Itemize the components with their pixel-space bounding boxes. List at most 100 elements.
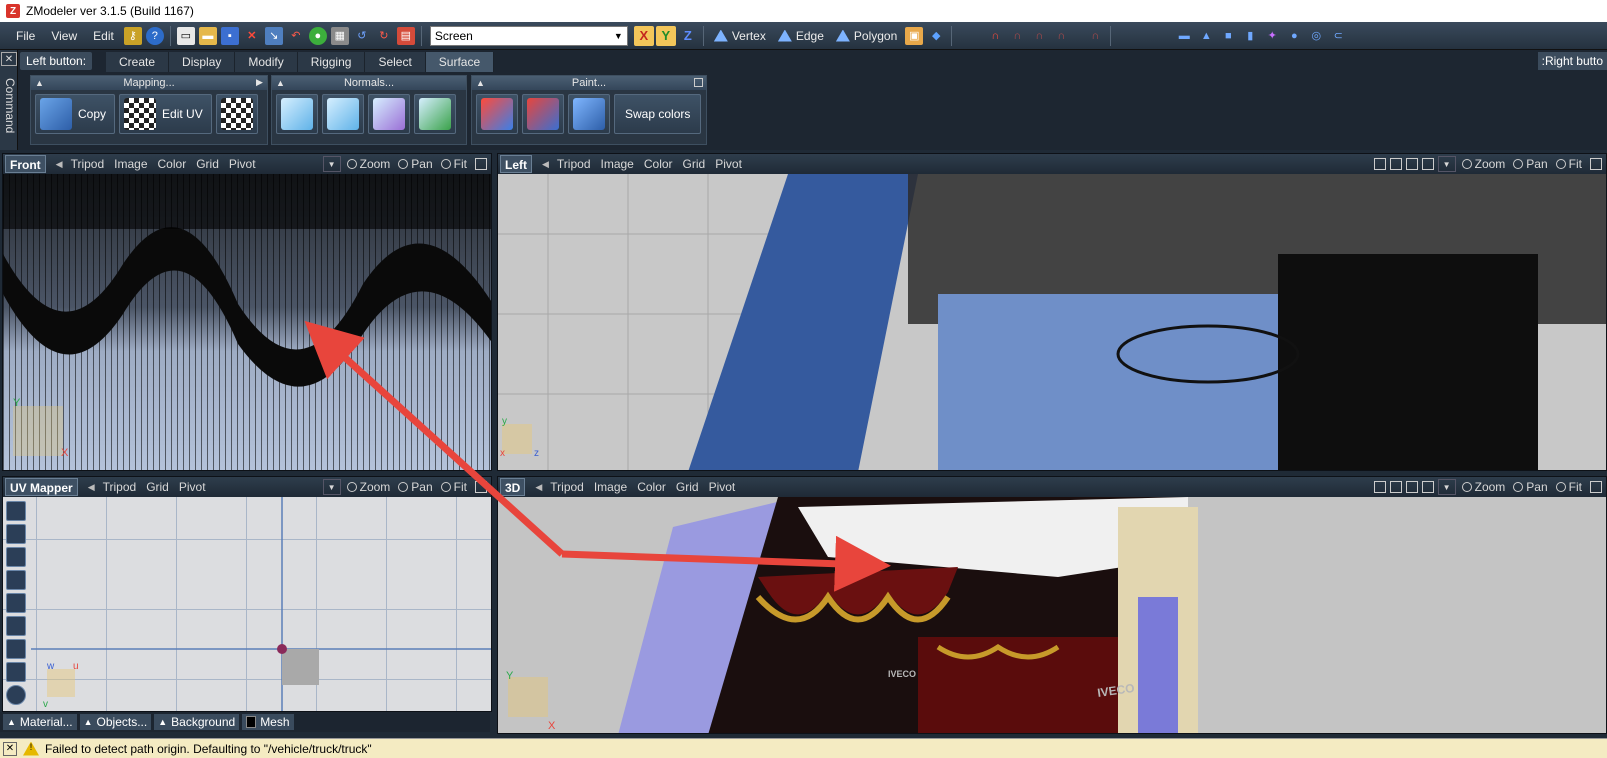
maximize-icon[interactable]: [475, 158, 487, 170]
triangle-left-icon[interactable]: ◀: [535, 482, 542, 493]
front-viewport-canvas[interactable]: Y X: [3, 174, 491, 470]
select-type-icon[interactable]: ◆: [927, 27, 945, 45]
normals-group-header[interactable]: ▲ Normals...: [272, 76, 466, 90]
polygon-mode-button[interactable]: Polygon: [835, 29, 897, 43]
normals-smooth-button[interactable]: [322, 94, 364, 134]
chevron-down-icon[interactable]: ▼: [322, 479, 341, 495]
3d-grid-link[interactable]: Grid: [676, 480, 699, 494]
snap-icon-3[interactable]: ∩: [1052, 27, 1070, 45]
display-shaded-icon[interactable]: [1389, 158, 1402, 170]
uv-grid-link[interactable]: Grid: [146, 480, 169, 494]
objects-panel-button[interactable]: ▲ Objects...: [79, 714, 152, 730]
3d-image-link[interactable]: Image: [594, 480, 627, 494]
edge-mode-button[interactable]: Edge: [777, 29, 824, 43]
left-pan-button[interactable]: Pan: [1513, 157, 1548, 171]
remove-mapping-button[interactable]: [215, 94, 258, 134]
triangle-left-icon[interactable]: ◀: [56, 159, 63, 170]
uv-tripod-link[interactable]: Tripod: [103, 480, 137, 494]
tube-primitive-icon[interactable]: ⊂: [1329, 27, 1347, 45]
front-viewport-title[interactable]: Front: [5, 155, 46, 173]
tab-rigging[interactable]: Rigging: [297, 52, 366, 72]
left-zoom-button[interactable]: Zoom: [1461, 157, 1505, 171]
cone-primitive-icon[interactable]: ▲: [1197, 27, 1215, 45]
front-color-link[interactable]: Color: [158, 157, 187, 171]
uv-pivot-link[interactable]: Pivot: [179, 480, 206, 494]
left-image-link[interactable]: Image: [601, 157, 634, 171]
triangle-left-icon[interactable]: ◀: [88, 482, 95, 493]
help-icon[interactable]: ?: [145, 26, 164, 45]
3d-pivot-link[interactable]: Pivot: [709, 480, 736, 494]
paint-blocks-button[interactable]: [568, 94, 610, 134]
cylinder-primitive-icon[interactable]: ▮: [1241, 27, 1259, 45]
edit-uv-button[interactable]: Edit UV: [119, 94, 212, 134]
normals-reset-button[interactable]: [414, 94, 456, 134]
display-wireframe-icon[interactable]: [1373, 158, 1386, 170]
bone-primitive-icon[interactable]: ✦: [1263, 27, 1281, 45]
display-light-icon[interactable]: [1421, 481, 1434, 493]
chevron-down-icon[interactable]: ▼: [322, 156, 341, 172]
material-panel-button[interactable]: ▲ Material...: [3, 714, 77, 730]
coordinate-system-select[interactable]: Screen ▼: [429, 25, 628, 46]
key-icon[interactable]: ⚷: [123, 26, 142, 45]
copy-mapping-button[interactable]: Copy: [35, 94, 116, 134]
chevron-down-icon[interactable]: ▼: [1437, 156, 1456, 172]
front-image-link[interactable]: Image: [114, 157, 147, 171]
triangle-left-icon[interactable]: ◀: [542, 159, 549, 170]
plane-primitive-icon[interactable]: ▬: [1175, 27, 1193, 45]
normals-flip-button[interactable]: [276, 94, 318, 134]
select-object-icon[interactable]: ▣: [905, 26, 924, 45]
refresh-icon[interactable]: ●: [308, 26, 327, 45]
close-icon[interactable]: ✕: [1, 52, 17, 66]
left-viewport[interactable]: Left ◀ Tripod Image Color Grid Pivot ▼ Z…: [497, 153, 1607, 471]
magnet-icon[interactable]: ∩: [986, 27, 1004, 45]
paint-group-header[interactable]: ▲ Paint...: [472, 76, 706, 90]
paint-cube-button[interactable]: [522, 94, 564, 134]
normals-direction-button[interactable]: [368, 94, 410, 134]
uv-viewport-canvas[interactable]: w u v: [3, 497, 491, 711]
left-viewport-title[interactable]: Left: [500, 155, 532, 173]
front-tripod-link[interactable]: Tripod: [71, 157, 105, 171]
display-shaded-icon[interactable]: [1389, 481, 1402, 493]
maximize-icon[interactable]: [1590, 481, 1602, 493]
undo-hist-icon[interactable]: ↶: [287, 27, 305, 45]
snap-icon-1[interactable]: ∩: [1008, 27, 1026, 45]
maximize-icon[interactable]: [475, 481, 487, 493]
display-texture-icon[interactable]: [1405, 158, 1418, 170]
front-grid-link[interactable]: Grid: [196, 157, 219, 171]
background-panel-button[interactable]: ▲ Background: [154, 714, 240, 730]
tab-select[interactable]: Select: [365, 52, 426, 72]
uv-mapper-viewport[interactable]: UV Mapper ◀ Tripod Grid Pivot ▼ Zoom Pan…: [2, 476, 492, 712]
menu-file[interactable]: File: [8, 29, 43, 43]
front-pivot-link[interactable]: Pivot: [229, 157, 256, 171]
3d-fit-button[interactable]: Fit: [1555, 480, 1582, 494]
left-pivot-link[interactable]: Pivot: [715, 157, 742, 171]
mesh-toggle[interactable]: Mesh: [242, 714, 294, 730]
tab-modify[interactable]: Modify: [235, 52, 298, 72]
display-light-icon[interactable]: [1421, 158, 1434, 170]
axis-z-toggle[interactable]: Z: [678, 26, 698, 46]
tab-create[interactable]: Create: [106, 52, 170, 72]
3d-pan-button[interactable]: Pan: [1513, 480, 1548, 494]
delete-icon[interactable]: ✕: [243, 27, 261, 45]
3d-tripod-link[interactable]: Tripod: [550, 480, 584, 494]
import-icon[interactable]: ↘: [264, 26, 283, 45]
3d-color-link[interactable]: Color: [637, 480, 666, 494]
front-fit-button[interactable]: Fit: [440, 157, 467, 171]
undo-icon[interactable]: ↺: [353, 27, 371, 45]
display-wireframe-icon[interactable]: [1373, 481, 1386, 493]
front-pan-button[interactable]: Pan: [398, 157, 433, 171]
uv-fit-button[interactable]: Fit: [440, 480, 467, 494]
grid-icon[interactable]: ▦: [330, 26, 349, 45]
mapping-group-header[interactable]: ▲ Mapping... ▶: [31, 76, 267, 90]
snap-icon-2[interactable]: ∩: [1030, 27, 1048, 45]
maximize-icon[interactable]: [1590, 158, 1602, 170]
axis-x-toggle[interactable]: X: [633, 25, 654, 46]
vertex-mode-button[interactable]: Vertex: [713, 29, 766, 43]
front-viewport[interactable]: Front ◀ Tripod Image Color Grid Pivot ▼ …: [2, 153, 492, 471]
tab-display[interactable]: Display: [169, 52, 236, 72]
torus-primitive-icon[interactable]: ◎: [1307, 27, 1325, 45]
paint-brush-button[interactable]: [476, 94, 518, 134]
clipboard-icon[interactable]: ▤: [396, 26, 415, 45]
redo-icon[interactable]: ↻: [375, 27, 393, 45]
front-zoom-button[interactable]: Zoom: [346, 157, 390, 171]
